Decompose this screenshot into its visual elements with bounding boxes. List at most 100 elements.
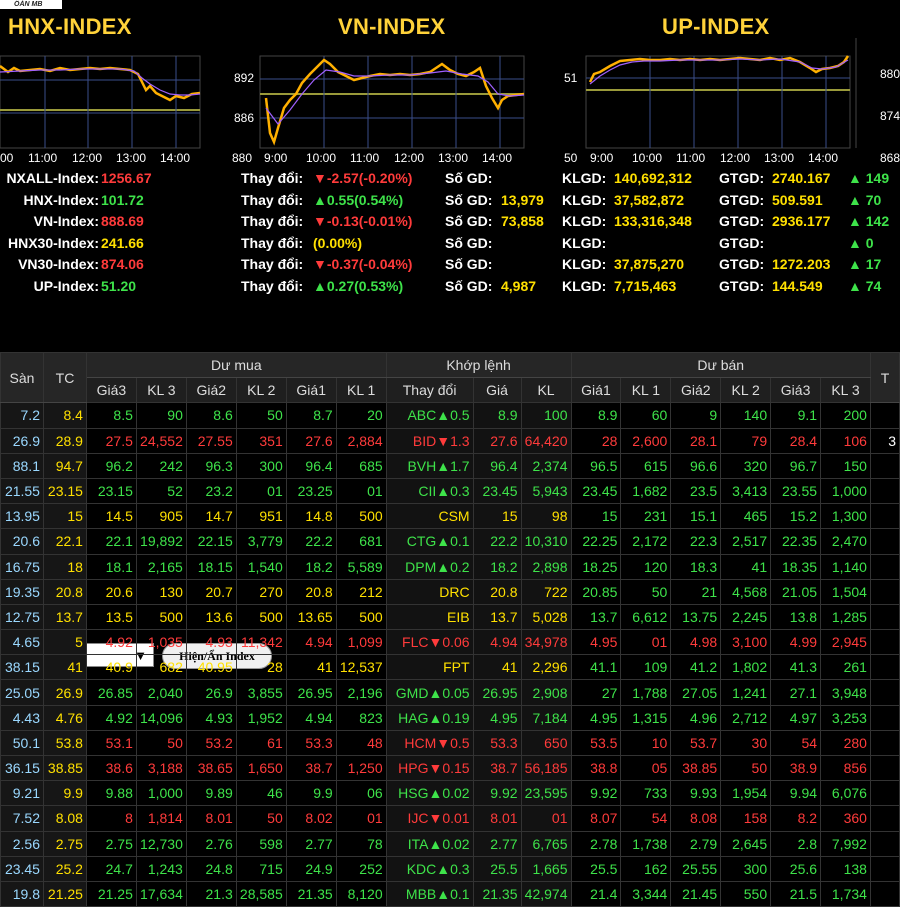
cell-symbol[interactable]: BID▼1.3 [385,427,474,454]
cell-bid: 40.95 [185,654,237,681]
sub-header-cell[interactable]: KL 1 [335,377,387,404]
cell-symbol[interactable]: EIB [385,603,474,631]
cell-ask: 53.5 [570,729,622,757]
cell-match: 23,595 [520,780,572,807]
cell-symbol[interactable]: ABC▲0.5 [385,402,474,429]
cell-ask: 10 [620,729,672,757]
table-row[interactable]: 50.1 53.8 53.1 50 53.2 61 53.3 48 HCM▼0.5 53.3 650… [0,729,900,757]
table-row[interactable]: 4.43 4.76 4.92 14,096 4.93 1,952 4.94 823 HAG▲0.… [0,704,900,731]
cell-symbol[interactable]: FLC▼0.06 [385,629,474,656]
table-row[interactable]: 36.15 38.85 38.6 3,188 38.65 1,650 38.7 1,250 HP… [0,754,900,782]
header-san[interactable]: Sàn [0,351,44,404]
cell-ask: 162 [620,855,672,882]
cell-bid: 12,537 [335,654,387,681]
up-x-tick: 14:00 [808,151,838,165]
cell-bid: 3,188 [135,754,187,782]
cell-symbol[interactable]: DRC [385,578,474,605]
sub-header-cell[interactable]: Giá1 [570,377,622,404]
table-row[interactable]: 16.75 18 18.1 2,165 18.15 1,540 18.2 5,589 DPM▲0… [0,553,900,580]
sub-header-cell[interactable]: KL 2 [235,377,287,404]
sub-header-cell[interactable]: KL 1 [620,377,672,404]
sub-header-cell[interactable]: Thay đổi [385,377,474,404]
table-row[interactable]: 4.65 5 4.92 1,035 4.93 11,342 4.94 1,099 FLC▼0.0… [0,629,900,656]
cell-match: 9.92 [472,780,522,807]
cell-symbol[interactable]: HAG▲0.19 [385,704,474,731]
cell-symbol[interactable]: HSG▲0.02 [385,780,474,807]
sub-header-cell[interactable]: KL [520,377,572,404]
cell-bid: 8.5 [85,402,137,429]
cell-ask: 21.4 [570,880,622,907]
table-row[interactable]: 13.95 15 14.5 905 14.7 951 14.8 500 CSM 15 98 15 231… [0,503,900,530]
gtgd-label: GTGD: [719,191,765,208]
cell-match: 01 [520,805,572,832]
cell-bid: 8,120 [335,880,387,907]
cell-tc: 25.2 [42,855,87,882]
sub-header-cell[interactable]: KL 3 [820,377,871,404]
cell-extra [869,880,900,907]
cell-symbol[interactable]: CTG▲0.1 [385,528,474,555]
table-row[interactable]: 7.52 8.08 8 1,814 8.01 50 8.02 01 IJC▼0.01 8.01 01… [0,805,900,832]
cell-symbol[interactable]: HCM▼0.5 [385,729,474,757]
header-tc[interactable]: TC [42,351,87,404]
cell-ask: 21.5 [770,880,822,907]
cell-bid: 24,552 [135,427,187,454]
cell-bid: 23.25 [285,477,337,505]
table-row[interactable]: 7.2 8.4 8.5 90 8.6 50 8.7 20 ABC▲0.5 8.9 100 8.9 60 9… [0,402,900,429]
sub-header-cell[interactable]: Giá [472,377,522,404]
cell-symbol[interactable]: GMD▲0.05 [385,679,474,706]
cell-ask: 9.93 [670,780,722,807]
table-row[interactable]: 19.35 20.8 20.6 130 20.7 270 20.8 212 DRC 20.8 722… [0,578,900,605]
sub-header-cell[interactable]: Giá2 [185,377,237,404]
table-row[interactable]: 23.45 25.2 24.7 1,243 24.8 715 24.9 252 KDC▲0.3 2… [0,855,900,882]
index-value: 1256.67 [101,170,152,186]
header-du-ban: Dư bán [570,351,871,379]
table-row[interactable]: 19.8 21.25 21.25 17,634 21.3 28,585 21.35 8,120… [0,880,900,907]
sogd-label: Số GD: [445,234,493,251]
cell-symbol[interactable]: CII▲0.3 [385,477,474,505]
table-row[interactable]: 2.56 2.75 2.75 12,730 2.76 598 2.77 78 ITA▲0.02 2… [0,830,900,857]
cell-ask: 79 [720,427,772,454]
cell-bid: 1,035 [135,629,187,656]
cell-extra [869,679,900,706]
klgd-value: 140,692,312 [614,170,692,186]
cell-match: 4.95 [472,704,522,731]
cell-bid: 242 [135,452,187,479]
sub-header-cell[interactable]: Giá2 [670,377,722,404]
sub-header-cell[interactable]: Giá3 [770,377,822,404]
cell-symbol[interactable]: IJC▼0.01 [385,805,474,832]
cell-bid: 20.6 [85,578,137,605]
cell-symbol[interactable]: FPT [385,654,474,681]
cell-symbol[interactable]: DPM▲0.2 [385,553,474,580]
cell-ask: 109 [620,654,672,681]
cell-extra [869,528,900,555]
cell-symbol[interactable]: CSM [385,503,474,530]
cell-symbol[interactable]: ITA▲0.02 [385,830,474,857]
table-row[interactable]: 26.9 28.9 27.5 24,552 27.55 351 27.6 2,884 BID▼1… [0,427,900,454]
cell-ask: 138 [820,855,871,882]
cell-symbol[interactable]: MBB▲0.1 [385,880,474,907]
cell-match: 41 [472,654,522,681]
table-row[interactable]: 12.75 13.7 13.5 500 13.6 500 13.65 500 EIB 13.7 5,… [0,603,900,631]
sub-header-cell[interactable]: KL 3 [135,377,187,404]
index-change: ▼-0.13(-0.01%) [313,213,413,230]
table-row[interactable]: 38.15 41 40.9 682 40.95 28 41 12,537 FPT 41 2,296 4… [0,654,900,681]
gtgd-label: GTGD: [719,213,765,230]
cell-bid: 96.2 [85,452,137,479]
cell-bid: 9.9 [285,780,337,807]
cell-match: 2,898 [520,553,572,580]
cell-symbol[interactable]: KDC▲0.3 [385,855,474,882]
sub-header-cell[interactable]: Giá1 [285,377,337,404]
table-row[interactable]: 25.05 26.9 26.85 2,040 26.9 3,855 26.95 2,196 GM… [0,679,900,706]
sub-header-cell[interactable]: Giá3 [85,377,137,404]
sub-header-cell[interactable]: KL 2 [720,377,772,404]
table-row[interactable]: 88.1 94.7 96.2 242 96.3 300 96.4 685 BVH▲1.7 96.4… [0,452,900,479]
table-row[interactable]: 21.55 23.15 23.15 52 23.2 01 23.25 01 CII▲0.3 23.… [0,477,900,505]
cell-ask: 4.96 [670,704,722,731]
cell-extra [869,754,900,782]
cell-symbol[interactable]: BVH▲1.7 [385,452,474,479]
advance-count: ▲ 142 [848,213,890,230]
table-row[interactable]: 9.21 9.9 9.88 1,000 9.89 46 9.9 06 HSG▲0.02 9.92 2… [0,780,900,807]
cell-symbol[interactable]: HPG▼0.15 [385,754,474,782]
cell-bid: 38.65 [185,754,237,782]
table-row[interactable]: 20.6 22.1 22.1 19,892 22.15 3,779 22.2 681 CTG▲0… [0,528,900,555]
